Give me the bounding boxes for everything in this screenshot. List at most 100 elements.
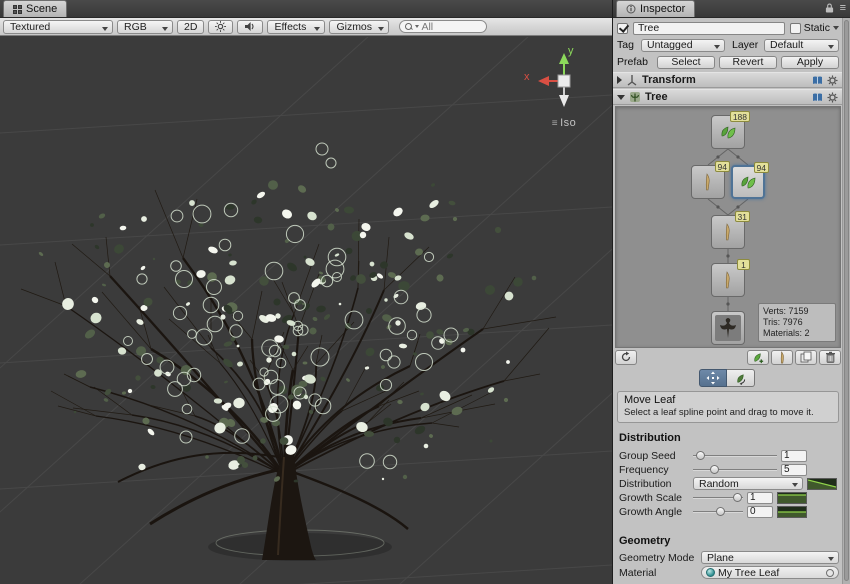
growth-angle-curve-preview[interactable] (777, 506, 807, 518)
gizmos-dropdown[interactable]: Gizmos (329, 20, 389, 34)
scene-tab-label: Scene (26, 3, 57, 15)
slider-track (693, 469, 777, 471)
axis-y-label[interactable]: y (568, 45, 574, 57)
draw-mode-label: Textured (10, 21, 50, 33)
prefab-revert-button[interactable]: Revert (719, 56, 777, 69)
node-badge: 31 (735, 211, 750, 222)
scrollbar-thumb[interactable] (844, 20, 849, 581)
growth-scale-slider[interactable] (693, 492, 743, 504)
growth-scale-curve-preview[interactable] (777, 492, 807, 504)
search-icon (405, 23, 413, 31)
geometry-mode-dropdown[interactable]: Plane (701, 551, 839, 564)
duplicate-node-button[interactable] (795, 350, 817, 365)
material-value: My Tree Leaf (718, 567, 779, 579)
move-leaf-tool-button[interactable] (699, 369, 727, 387)
object-picker-icon[interactable] (826, 569, 834, 577)
refresh-button[interactable] (615, 350, 637, 365)
render-mode-dropdown[interactable]: RGB (117, 20, 173, 34)
growth-angle-field[interactable]: 0 (747, 506, 773, 518)
tree-node-root[interactable] (711, 311, 745, 345)
tree-node-branch-mid[interactable]: 94 (691, 165, 725, 199)
lock-icon[interactable] (825, 2, 834, 14)
add-branch-button[interactable] (771, 350, 793, 365)
static-dropdown-arrow-icon[interactable] (833, 26, 839, 30)
effects-dropdown[interactable]: Effects (267, 20, 325, 34)
frequency-field[interactable]: 5 (781, 464, 807, 476)
geometry-mode-row: Geometry Mode Plane (619, 551, 839, 564)
distribution-dropdown[interactable]: Random (693, 477, 803, 490)
tab-menu-icon[interactable]: ≡ (840, 2, 846, 14)
lighting-toggle-button[interactable] (208, 20, 233, 34)
gear-icon[interactable] (827, 92, 838, 103)
scene-tabstrip: Scene (0, 0, 612, 18)
slider-thumb[interactable] (696, 451, 705, 460)
audio-toggle-button[interactable] (237, 20, 263, 34)
slider-thumb[interactable] (733, 493, 742, 502)
distribution-curve-preview[interactable] (807, 478, 837, 490)
tree-foldout-icon[interactable] (617, 95, 625, 100)
growth-angle-slider[interactable] (693, 506, 743, 518)
gameobject-name-field[interactable]: Tree (633, 22, 785, 35)
tree-node-leaf-selected[interactable]: 94 (731, 165, 765, 199)
rotate-leaf-tool-button[interactable] (727, 369, 755, 387)
tab-scene[interactable]: Scene (3, 0, 67, 17)
branch-icon (718, 222, 738, 242)
tree-node-leaf-top[interactable]: 188 (711, 115, 745, 149)
layer-dropdown[interactable]: Default (764, 39, 839, 52)
scene-toolbar: Textured RGB 2D Effects Gizmos (0, 18, 612, 36)
distribution-value: Random (699, 478, 739, 490)
scene-search-input[interactable]: All (399, 20, 487, 33)
gear-icon[interactable] (827, 75, 838, 86)
tag-label: Tag (617, 39, 641, 51)
low-branches (118, 453, 408, 529)
gameobject-header-row: Tree Static (617, 21, 839, 35)
growth-scale-field[interactable]: 1 (747, 492, 773, 504)
layer-label: Layer (732, 39, 764, 51)
slider-thumb[interactable] (710, 465, 719, 474)
tag-value: Untagged (647, 39, 693, 51)
group-seed-row: Group Seed 1 (619, 449, 839, 462)
active-checkbox[interactable] (617, 23, 628, 34)
delete-node-button[interactable] (819, 350, 841, 365)
node-badge: 188 (730, 111, 750, 122)
mesh-stats-box: Verts: 7159 Tris: 7976 Materials: 2 (758, 303, 836, 342)
transform-component-header[interactable]: Transform (613, 72, 842, 88)
frequency-slider[interactable] (693, 464, 777, 476)
duplicate-icon (800, 351, 812, 363)
scene-viewport[interactable]: y x ≡Iso (0, 37, 612, 584)
inspector-scrollbar[interactable] (842, 18, 850, 584)
group-seed-field[interactable]: 1 (781, 450, 807, 462)
prefab-apply-button[interactable]: Apply (781, 56, 839, 69)
projection-toggle[interactable]: ≡Iso (532, 117, 596, 129)
tag-layer-row: Tag Untagged Layer Default (617, 38, 839, 52)
help-book-icon[interactable] (812, 75, 823, 86)
draw-mode-dropdown[interactable]: Textured (3, 20, 113, 34)
group-seed-slider[interactable] (693, 450, 777, 462)
material-icon (706, 568, 715, 577)
axis-x-label[interactable]: x (524, 71, 530, 83)
leaf-tool-buttons (613, 369, 841, 387)
material-object-field[interactable]: My Tree Leaf (701, 566, 839, 579)
search-filter-arrow-icon[interactable] (415, 25, 419, 28)
tree-hierarchy-canvas[interactable]: 188 94 94 31 1 Verts: 7159 (615, 106, 841, 348)
transform-foldout-icon[interactable] (617, 76, 622, 84)
tree-node-branch-base[interactable]: 1 (711, 263, 745, 297)
orientation-gizmo-icon[interactable] (532, 49, 596, 113)
tag-dropdown[interactable]: Untagged (641, 39, 725, 52)
tab-inspector[interactable]: Inspector (616, 0, 695, 17)
inspector-icon (626, 4, 636, 14)
scene-render[interactable] (0, 37, 612, 584)
slider-thumb[interactable] (716, 507, 725, 516)
add-leaf-button[interactable] (747, 350, 769, 365)
rotate-tool-icon (734, 372, 747, 385)
static-checkbox[interactable] (790, 23, 801, 34)
material-row: Material My Tree Leaf (619, 566, 839, 579)
help-book-icon[interactable] (812, 92, 823, 103)
toggle-2d-button[interactable]: 2D (177, 20, 204, 34)
tree-component-header[interactable]: Tree (613, 89, 842, 105)
tree-node-branch-lower[interactable]: 31 (711, 215, 745, 249)
prefab-row: Prefab Select Revert Apply (617, 55, 839, 69)
prefab-select-button[interactable]: Select (657, 56, 715, 69)
refresh-icon (620, 351, 632, 363)
scene-gizmo[interactable]: y x ≡Iso (532, 49, 596, 129)
